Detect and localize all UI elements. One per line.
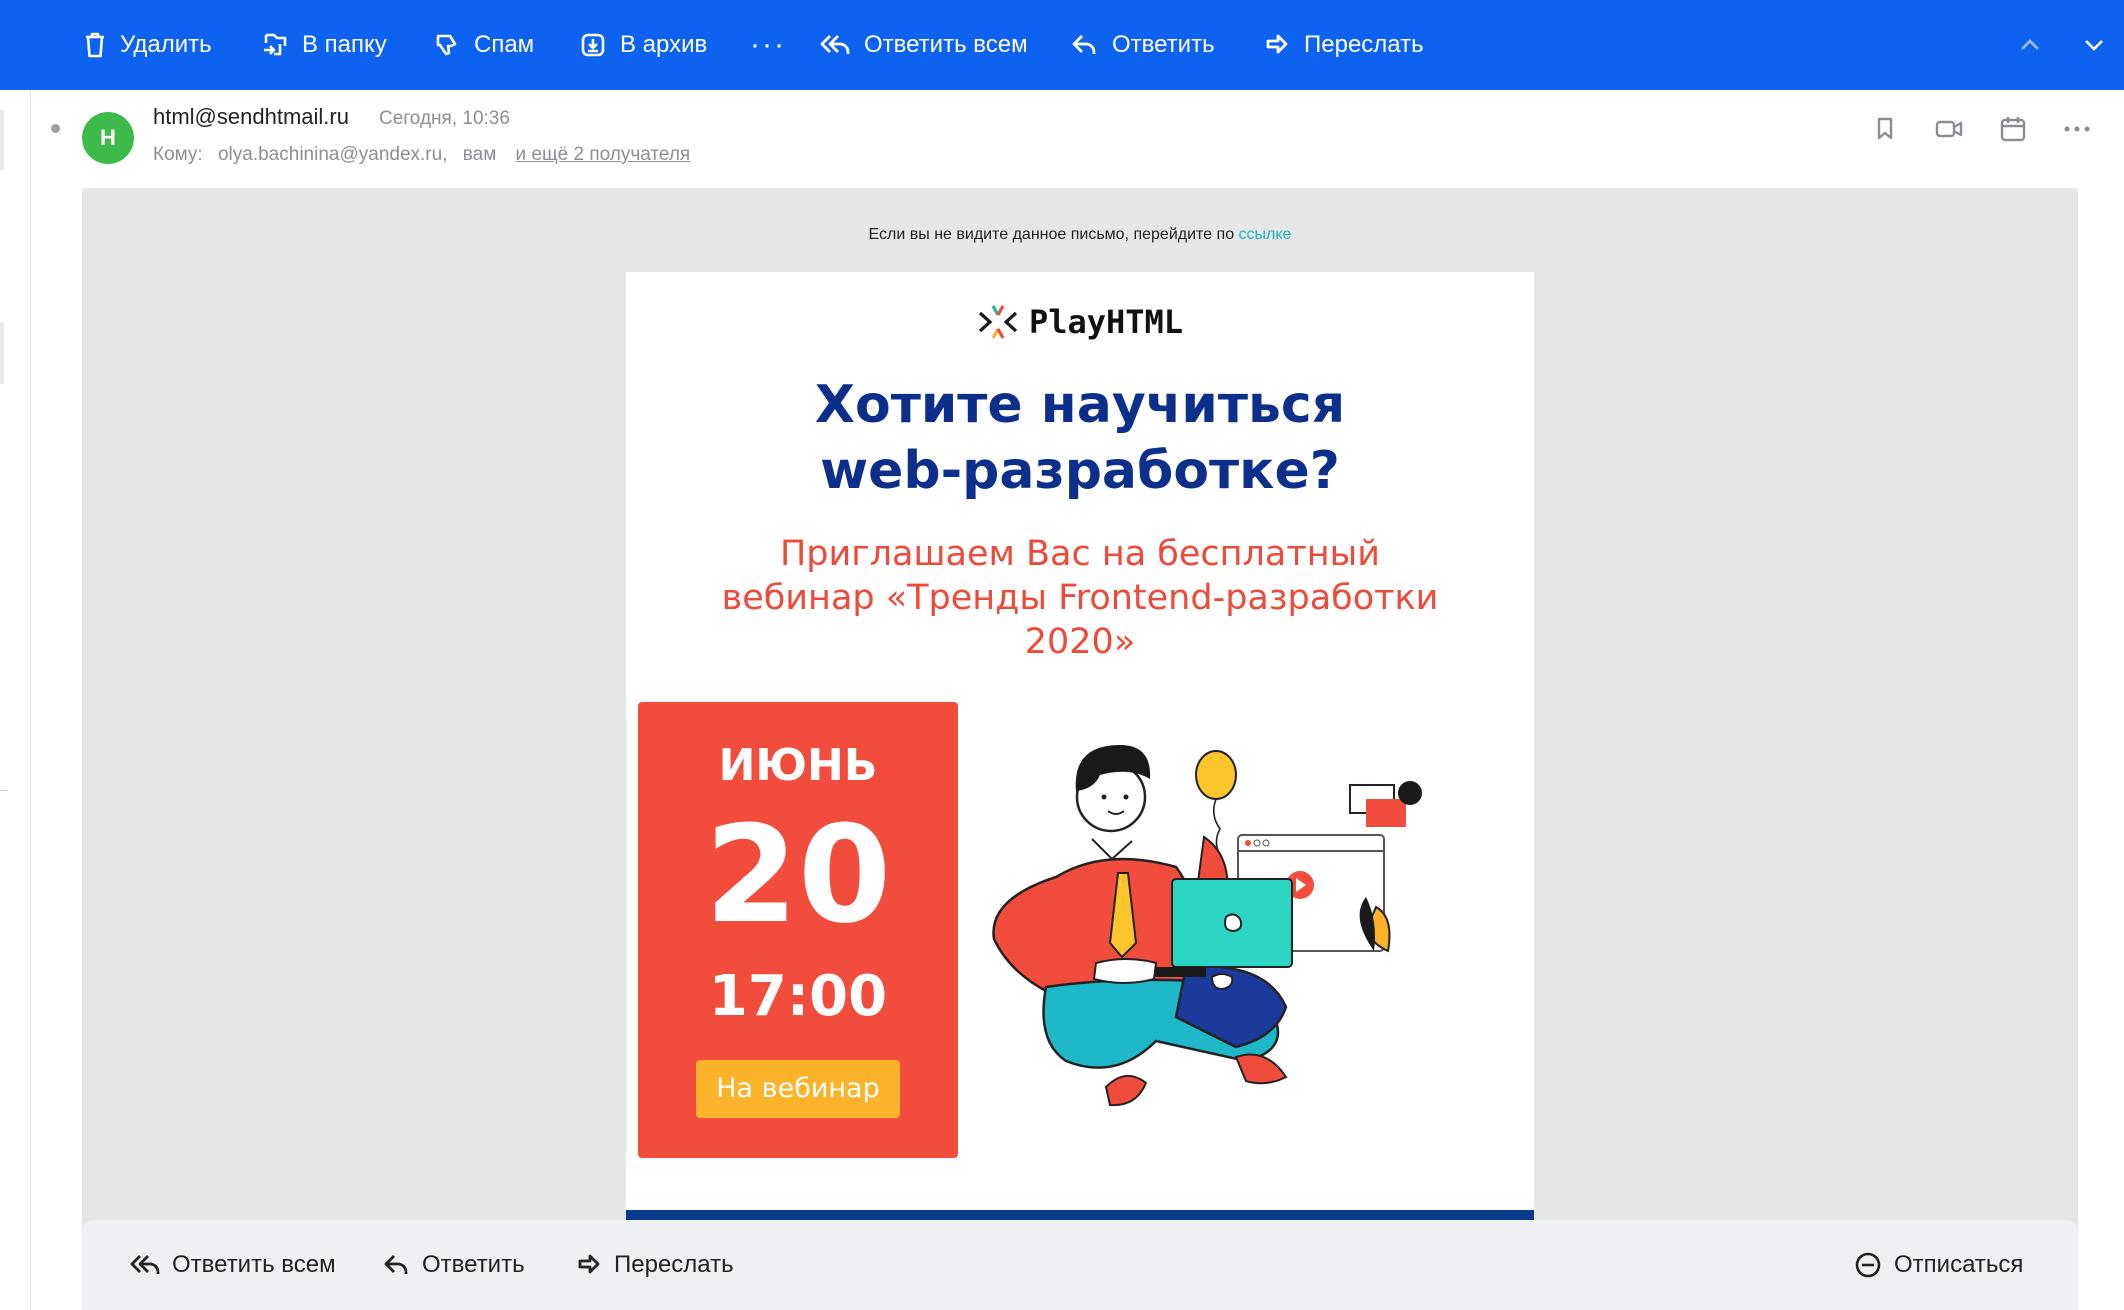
unsubscribe-icon (1855, 1252, 1881, 1278)
thumbs-down-icon (436, 34, 457, 56)
read-status-dot[interactable] (51, 124, 60, 133)
headline-line: Хотите научиться (814, 375, 1346, 435)
playhtml-logo-icon (978, 305, 1018, 339)
archive-button[interactable]: В архив (580, 0, 707, 90)
archive-label: В архив (620, 31, 708, 58)
delete-button[interactable]: Удалить (84, 0, 212, 90)
bookmark-icon (1877, 117, 1893, 140)
prev-message-button[interactable] (2020, 0, 2040, 90)
preheader-text: Если вы не видите данное письмо, перейди… (868, 226, 1239, 243)
card-bottom-stripe (626, 1210, 1534, 1220)
subline-line: вебинар «Тренды Frontend-разработки (721, 578, 1439, 618)
forward-label: Переслать (1304, 31, 1424, 58)
video-camera-icon (1935, 120, 1963, 138)
rail-divider (0, 790, 8, 791)
subline-line: Приглашаем Вас на бесплатный (779, 534, 1381, 574)
recipient-you[interactable]: вам (463, 144, 497, 165)
logo: PlayHTML (626, 302, 1534, 342)
folder-move-icon (264, 33, 287, 56)
bottom-reply-all-button[interactable]: Ответить всем (130, 1220, 336, 1310)
reply-all-icon (130, 1255, 160, 1274)
bottom-forward-button[interactable]: Переслать (576, 1220, 734, 1310)
calendar-button[interactable] (1998, 114, 2028, 144)
avatar[interactable]: H (82, 112, 134, 164)
bottom-reply-label: Ответить (422, 1251, 525, 1278)
trash-icon (86, 32, 104, 58)
chevron-down-icon (2085, 40, 2103, 51)
recipient-address[interactable]: olya.bachinina@yandex.ru, (218, 144, 447, 165)
email-subheadline: Приглашаем Вас на бесплатный вебинар «Тр… (706, 532, 1454, 664)
bottom-reply-button[interactable]: Ответить (384, 1220, 525, 1310)
more-recipients-link[interactable]: и ещё 2 получателя (516, 144, 691, 165)
reply-label: Ответить (1112, 31, 1215, 58)
bottom-action-bar: Ответить всем Ответить Переслать Отписат… (82, 1220, 2078, 1310)
more-dots-icon: ··· (750, 28, 786, 61)
video-call-button[interactable] (1934, 114, 1964, 144)
event-time: 17:00 (708, 964, 888, 1029)
forward-button[interactable]: Переслать (1264, 0, 1424, 90)
more-options-button[interactable] (2062, 114, 2092, 144)
reply-all-icon (820, 35, 850, 54)
next-message-button[interactable] (2084, 0, 2104, 90)
event-month: ИЮНЬ (718, 740, 878, 791)
rail-tab[interactable] (0, 110, 4, 170)
email-headline: Хотите научиться web-разработке? (626, 372, 1534, 504)
bookmark-button[interactable] (1870, 114, 1900, 144)
forward-icon (578, 1254, 600, 1274)
bottom-reply-all-label: Ответить всем (172, 1251, 336, 1278)
move-to-folder-button[interactable]: В папку (262, 0, 387, 90)
chevron-up-icon (2021, 39, 2039, 50)
reply-all-label: Ответить всем (864, 31, 1028, 58)
bottom-forward-label: Переслать (614, 1251, 734, 1278)
unsubscribe-label: Отписаться (1894, 1251, 2024, 1278)
spam-button[interactable]: Спам (434, 0, 534, 90)
webinar-cta-button[interactable]: На вебинар (696, 1060, 900, 1118)
developer-illustration (992, 745, 1422, 1107)
spam-label: Спам (474, 31, 535, 58)
preheader: Если вы не видите данное письмо, перейди… (82, 226, 2078, 244)
headline-line: web-разработке? (820, 441, 1340, 501)
logo-text: PlayHTML (1028, 303, 1184, 341)
delete-label: Удалить (120, 31, 212, 58)
more-dots-icon (2064, 126, 2090, 132)
to-label: Кому: (153, 144, 203, 165)
left-rail (0, 90, 31, 1310)
rail-tab[interactable] (0, 322, 4, 384)
reply-icon (1072, 35, 1096, 54)
event-day: 20 (704, 797, 892, 953)
unsubscribe-button[interactable]: Отписаться (1854, 1220, 2023, 1310)
recipients-line: Кому: olya.bachinina@yandex.ru, вам и ещ… (153, 144, 690, 166)
calendar-icon (2000, 117, 2026, 142)
archive-icon (581, 33, 605, 57)
event-date-card: ИЮНЬ 20 17:00 На вебинар (638, 702, 958, 1158)
more-actions-button[interactable]: ··· (750, 0, 786, 90)
email-card: PlayHTML Хотите научиться web-разработке… (626, 272, 1534, 1220)
reply-button[interactable]: Ответить (1072, 0, 1215, 90)
sender-address[interactable]: html@sendhtmail.ru (153, 104, 349, 130)
message-date: Сегодня, 10:36 (379, 108, 510, 129)
reply-all-button[interactable]: Ответить всем (820, 0, 1028, 90)
top-toolbar: Удалить В папку Спам В архив ··· Ответит… (0, 0, 2124, 90)
forward-icon (1266, 34, 1288, 54)
folder-label: В папку (302, 31, 387, 58)
reply-icon (384, 1255, 408, 1274)
preheader-link[interactable]: ссылке (1239, 226, 1292, 243)
subline-line: 2020» (1024, 622, 1136, 662)
